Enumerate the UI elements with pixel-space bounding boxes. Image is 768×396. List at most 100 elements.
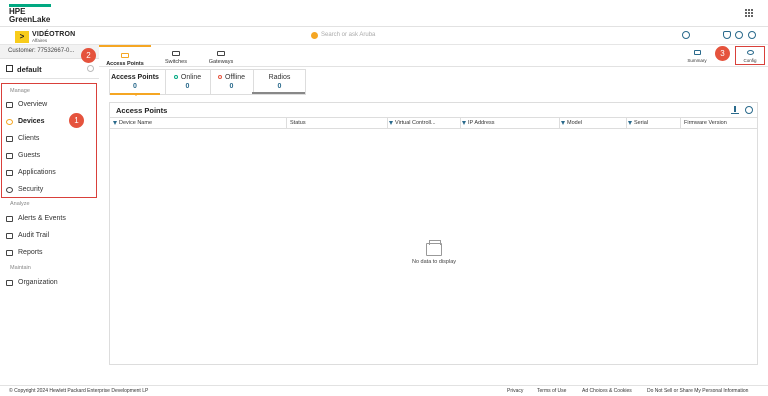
switch-icon xyxy=(172,51,180,56)
sidebar-item-label: Organization xyxy=(18,279,58,286)
empty-box-icon xyxy=(426,240,442,256)
filter-icon[interactable] xyxy=(389,120,393,125)
alerts-icon xyxy=(6,216,13,222)
card-label: Access Points xyxy=(111,74,159,81)
copyright-text: © Copyright 2024 Hewlett Packard Enterpr… xyxy=(9,388,149,394)
card-value: 0 xyxy=(133,83,137,90)
bell-icon[interactable] xyxy=(723,31,731,39)
sidebar-item-applications[interactable]: Applications xyxy=(0,165,96,181)
app-launcher-icon[interactable] xyxy=(745,9,754,18)
filter-icon[interactable] xyxy=(462,120,466,125)
tab-access-points[interactable]: Access Points xyxy=(99,45,151,67)
gateway-icon xyxy=(217,51,225,56)
footer-link-privacy[interactable]: Privacy xyxy=(507,388,523,394)
card-label: Online xyxy=(180,74,202,81)
tab-label: Config xyxy=(743,58,757,63)
card-value: 0 xyxy=(277,83,282,90)
sidebar-item-label: Reports xyxy=(18,249,43,256)
ai-search-icon[interactable] xyxy=(682,31,690,39)
brand-mark: > xyxy=(15,31,29,43)
tab-label: Access Points xyxy=(106,61,144,67)
column-device-name[interactable]: Device Name xyxy=(113,120,152,126)
user-icon[interactable] xyxy=(748,31,756,39)
overview-icon xyxy=(6,102,13,108)
footer-link-ad-choices[interactable]: Ad Choices & Cookies xyxy=(582,388,632,394)
card-label: Radios xyxy=(268,74,291,81)
summary-icon xyxy=(693,50,701,55)
applications-icon xyxy=(6,170,13,176)
tab-summary[interactable]: Summary xyxy=(682,47,712,63)
sidebar-item-reports[interactable]: Reports xyxy=(0,245,96,261)
help-icon[interactable] xyxy=(735,31,743,39)
access-point-icon xyxy=(121,53,129,58)
step-badge-1: 1 xyxy=(69,113,84,128)
column-model[interactable]: Model xyxy=(561,120,582,126)
reports-icon xyxy=(6,250,13,256)
tab-config[interactable]: Config xyxy=(735,46,765,65)
sidebar-item-label: Guests xyxy=(18,152,41,159)
organization-icon xyxy=(6,280,13,286)
step-badge-3: 3 xyxy=(715,46,730,61)
card-online[interactable]: Online 0 xyxy=(165,70,210,95)
card-value: 0 xyxy=(229,83,234,90)
sidebar-item-label: Overview xyxy=(18,101,48,108)
sidebar-item-label: Audit Trail xyxy=(18,232,50,239)
column-status[interactable]: Status xyxy=(290,120,306,126)
selected-card-arrow xyxy=(133,93,139,96)
search-icon xyxy=(311,32,318,39)
column-ip-address[interactable]: IP Address xyxy=(462,120,495,126)
card-label: Offline xyxy=(224,74,246,81)
card-offline[interactable]: Offline 0 xyxy=(210,70,253,95)
filter-icon[interactable] xyxy=(113,120,117,125)
brand-sub: Affaires xyxy=(32,38,48,43)
search-placeholder: Search or ask Aruba xyxy=(321,32,376,38)
footer-link-do-not-sell[interactable]: Do Not Sell or Share My Personal Informa… xyxy=(647,388,748,394)
column-serial[interactable]: Serial xyxy=(628,120,648,126)
sidebar-item-alerts-events[interactable]: Alerts & Events xyxy=(0,211,96,227)
step-badge-2: 2 xyxy=(81,48,96,63)
filter-icon[interactable] xyxy=(628,120,632,125)
radios-card-underline xyxy=(252,92,305,94)
column-settings-icon[interactable] xyxy=(745,106,753,114)
offline-status-icon xyxy=(217,75,222,80)
devices-icon xyxy=(6,119,13,125)
footer-link-terms[interactable]: Terms of Use xyxy=(537,388,566,394)
brand-name: VIDÉOTRON xyxy=(32,31,76,38)
access-points-table-panel: Access Points Device Name Status Virtual… xyxy=(109,102,758,365)
sidebar-item-clients[interactable]: Clients xyxy=(0,131,96,147)
card-value: 0 xyxy=(185,83,190,90)
guests-icon xyxy=(6,153,13,159)
group-name: default xyxy=(17,65,42,74)
sidebar-item-label: Alerts & Events xyxy=(18,215,66,222)
online-status-icon xyxy=(173,75,178,80)
sidebar-item-label: Security xyxy=(18,186,44,193)
top-header: HPE GreenLake xyxy=(0,0,768,27)
column-firmware-version[interactable]: Firmware Version xyxy=(684,120,727,126)
card-access-points[interactable]: Access Points 0 xyxy=(110,70,160,95)
section-maintain: Maintain xyxy=(10,265,31,271)
sidebar-item-label: Applications xyxy=(18,169,56,176)
filter-icon[interactable] xyxy=(561,120,565,125)
tab-label: Gateways xyxy=(208,59,234,65)
device-type-tabs: Access Points Switches Gateways Summary … xyxy=(99,45,768,67)
logo-bottom-text: GreenLake xyxy=(9,15,51,24)
sidebar-item-audit-trail[interactable]: Audit Trail xyxy=(0,228,96,244)
hpe-greenlake-logo[interactable]: HPE GreenLake xyxy=(9,4,53,24)
column-virtual-controller[interactable]: Virtual Controll... xyxy=(389,120,436,126)
sidebar-item-overview[interactable]: Overview xyxy=(0,97,96,113)
tab-label: Summary xyxy=(687,58,707,63)
sidebar-item-label: Clients xyxy=(18,135,40,142)
app-bar: > VIDÉOTRON Affaires Search or ask Aruba xyxy=(0,27,768,45)
tab-gateways[interactable]: Gateways xyxy=(195,45,247,67)
sidebar-item-security[interactable]: Security xyxy=(0,182,96,198)
sidebar-item-organization[interactable]: Organization xyxy=(0,275,96,291)
group-dropdown-icon[interactable] xyxy=(87,65,94,72)
empty-state-text: No data to display xyxy=(411,259,457,265)
download-icon[interactable] xyxy=(731,106,739,114)
sidebar-item-guests[interactable]: Guests xyxy=(0,148,96,164)
search-input[interactable]: Search or ask Aruba xyxy=(308,31,468,41)
footer: © Copyright 2024 Hewlett Packard Enterpr… xyxy=(0,385,768,396)
clients-icon xyxy=(6,136,13,142)
gear-icon xyxy=(746,50,754,55)
sidebar-item-label: Devices xyxy=(18,118,45,125)
